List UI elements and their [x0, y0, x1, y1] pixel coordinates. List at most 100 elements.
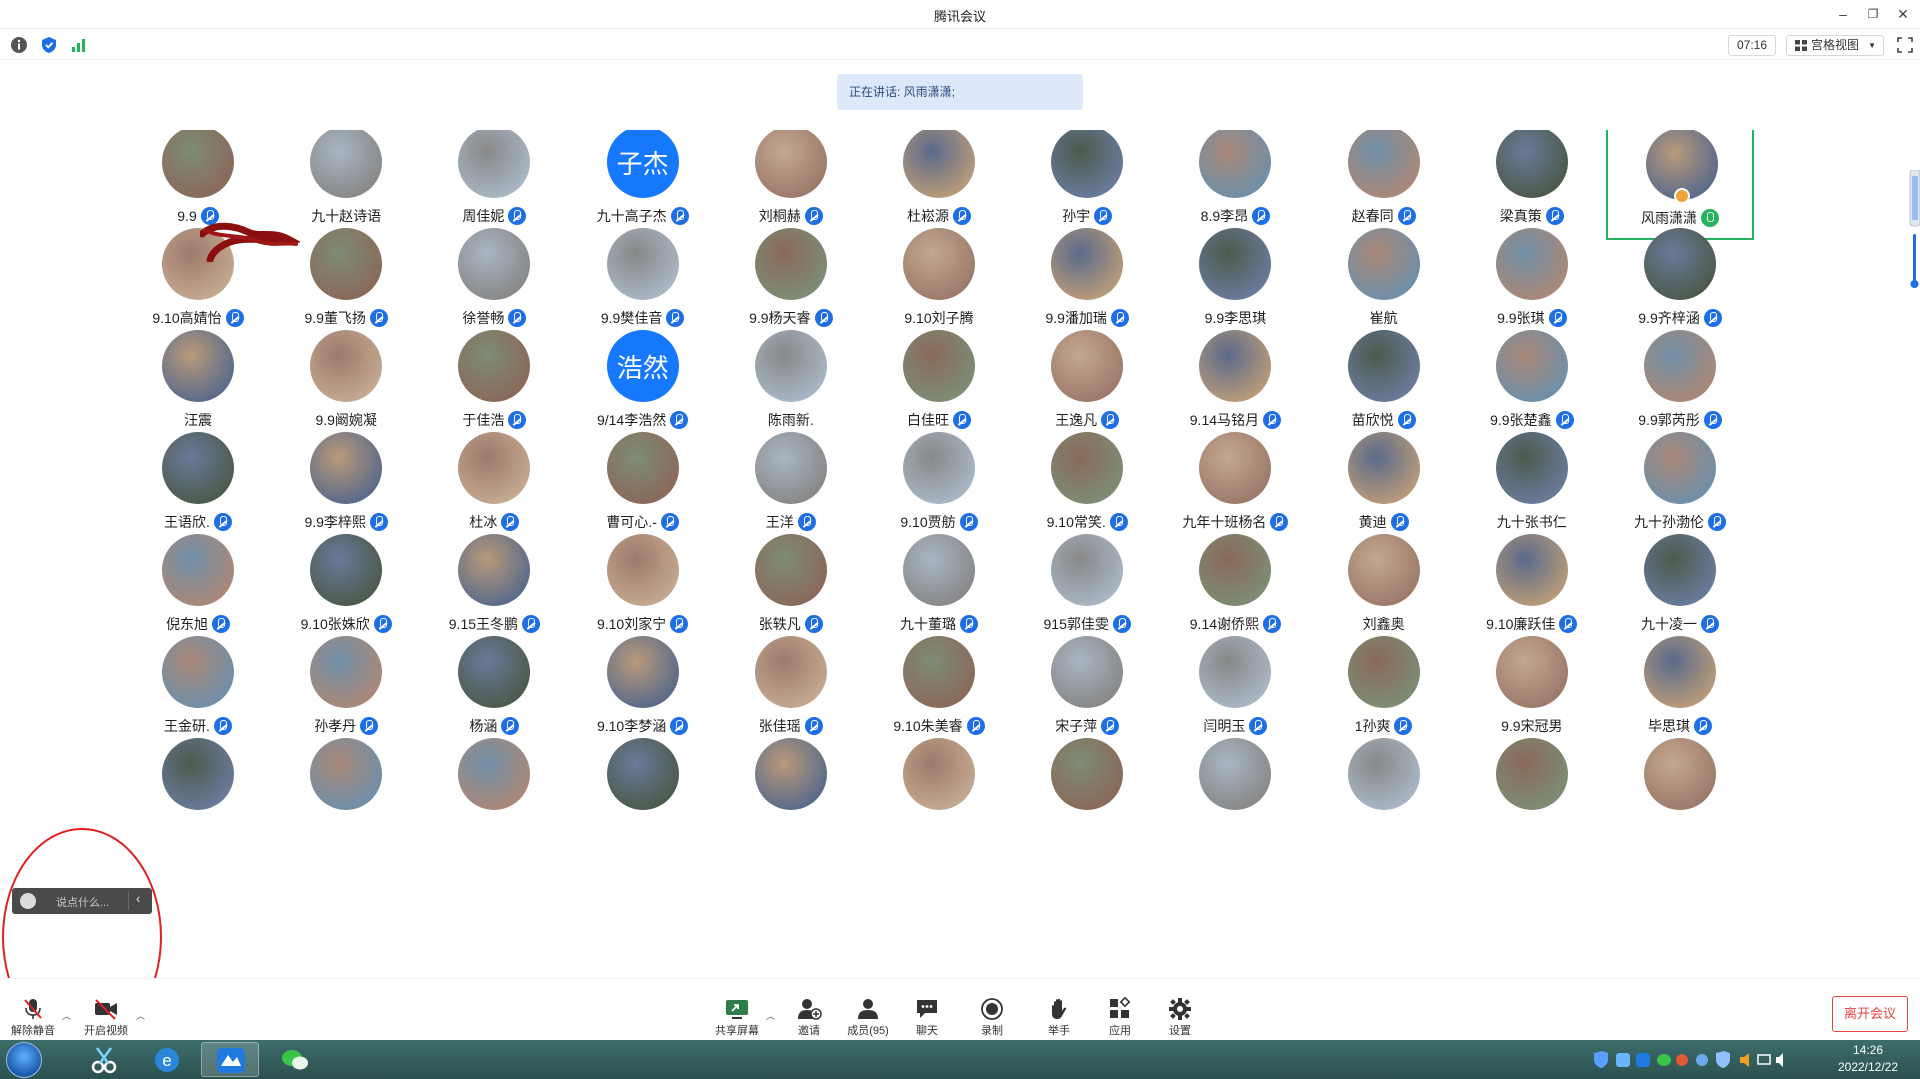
avatar: [458, 636, 531, 708]
participant-tile[interactable]: [272, 728, 420, 852]
taskbar-clock[interactable]: 14:26 2022/12/22: [1822, 1042, 1914, 1078]
taskbar-tencent-meeting[interactable]: [201, 1042, 259, 1077]
participant-tile[interactable]: [569, 728, 717, 852]
unmute-button[interactable]: 解除静音: [3, 997, 63, 1039]
participant-name-row: [1606, 818, 1754, 838]
audio-options-chevron-icon[interactable]: ︿: [62, 1009, 71, 1022]
chat-label: 聊天: [916, 1025, 938, 1037]
fullscreen-icon[interactable]: [1896, 36, 1914, 54]
invite-button[interactable]: 邀请: [779, 997, 839, 1039]
wechat-icon: [282, 1050, 308, 1070]
avatar: [1347, 738, 1420, 810]
invite-label: 邀请: [798, 1025, 820, 1037]
participant-name-row: [1310, 818, 1458, 838]
scissors-icon: [91, 1047, 117, 1074]
avatar: [162, 130, 234, 198]
taskbar-scissors-app[interactable]: [75, 1042, 133, 1077]
svg-text:e: e: [162, 1051, 171, 1070]
minimize-button[interactable]: –: [1832, 4, 1854, 24]
members-button[interactable]: 成员(95): [838, 997, 898, 1039]
share-screen-button[interactable]: 共享屏幕: [707, 997, 767, 1039]
raise-hand-icon: [1052, 998, 1067, 1019]
participant-tile[interactable]: [1013, 728, 1161, 852]
taskbar-wechat[interactable]: [266, 1042, 324, 1077]
security-shield-icon[interactable]: [40, 36, 58, 54]
start-video-button[interactable]: 开启视频: [76, 997, 136, 1039]
windows-taskbar: e 14:26 2022/12/22: [0, 1040, 1920, 1079]
volume-slider[interactable]: [1908, 170, 1920, 290]
network-signal-icon[interactable]: [70, 36, 88, 54]
participant-tile[interactable]: [717, 728, 865, 852]
avatar: [1051, 432, 1124, 504]
avatar: [1644, 534, 1716, 606]
avatar: [458, 130, 531, 198]
avatar: [310, 738, 383, 810]
avatar: [606, 636, 679, 708]
avatar: [1495, 636, 1568, 708]
grid-view-icon: [1795, 40, 1807, 51]
participant-tile[interactable]: [150, 728, 272, 852]
avatar: [1199, 738, 1272, 810]
close-button[interactable]: ✕: [1892, 4, 1914, 24]
info-icon[interactable]: [10, 36, 28, 54]
invite-user-icon: [798, 999, 822, 1020]
participant-name-row: [150, 818, 272, 838]
muted-mic-icon: [24, 999, 42, 1019]
avatar: [1495, 228, 1568, 300]
video-off-icon: [95, 999, 117, 1020]
participant-name-row: [1458, 818, 1606, 838]
avatar: [458, 534, 531, 606]
avatar: [458, 228, 531, 300]
start-button[interactable]: [6, 1042, 42, 1078]
avatar: [162, 534, 234, 606]
bottom-control-bar: 解除静音 ︿ 开启视频 ︿ 共享屏幕 ︿ 邀请 成员(95) 聊天 录制 举手 …: [0, 978, 1920, 1040]
view-mode-label: 宫格视图: [1811, 38, 1860, 52]
taskbar-ie-browser[interactable]: e: [138, 1042, 196, 1077]
avatar: [903, 330, 975, 402]
participant-tile[interactable]: [420, 728, 568, 852]
avatar: [1644, 228, 1716, 300]
restore-button[interactable]: ❐: [1862, 4, 1884, 24]
participant-tile[interactable]: [865, 728, 1013, 852]
record-button[interactable]: 录制: [962, 997, 1022, 1039]
avatar: [754, 636, 827, 708]
system-tray-icons[interactable]: [1590, 1050, 1790, 1070]
participant-tile[interactable]: [1458, 728, 1606, 852]
avatar: [162, 636, 234, 708]
participant-name-row: [272, 818, 420, 838]
share-options-chevron-icon[interactable]: ︿: [766, 1009, 775, 1022]
avatar: [606, 432, 679, 504]
avatar: [606, 534, 679, 606]
chat-button[interactable]: 聊天: [897, 997, 957, 1039]
avatar: [1347, 130, 1420, 198]
avatar: [1347, 534, 1420, 606]
avatar: [1495, 330, 1568, 402]
avatar: [310, 228, 383, 300]
leave-meeting-button[interactable]: 离开会议: [1832, 996, 1908, 1032]
participant-tile[interactable]: [1606, 728, 1754, 852]
members-icon: [858, 999, 878, 1019]
avatar: [1051, 330, 1124, 402]
avatar: [1051, 636, 1124, 708]
video-options-chevron-icon[interactable]: ︿: [136, 1009, 145, 1022]
settings-button[interactable]: 设置: [1150, 997, 1210, 1039]
participant-tile[interactable]: [1161, 728, 1309, 852]
avatar: [1051, 738, 1124, 810]
avatar: [1199, 534, 1272, 606]
view-mode-dropdown[interactable]: 宫格视图 ▼: [1786, 35, 1884, 56]
avatar: [162, 738, 234, 810]
apps-label: 应用: [1109, 1025, 1131, 1037]
avatar: [1347, 432, 1420, 504]
speaking-indicator: 正在讲话: 风雨潇潇;: [837, 74, 1083, 110]
participant-tile[interactable]: [1310, 728, 1458, 852]
avatar: [1199, 228, 1272, 300]
record-label: 录制: [981, 1025, 1003, 1037]
raise-hand-button[interactable]: 举手: [1029, 997, 1089, 1039]
avatar: [606, 738, 679, 810]
avatar: [1347, 636, 1420, 708]
clock-date: 2022/12/22: [1837, 1060, 1899, 1074]
apps-button[interactable]: 应用: [1090, 997, 1150, 1039]
participant-grid: 9.9 九十赵诗语 周佳妮 子杰 九十高子杰 刘桐赫 杜崧源 孙宇 8.9李昂 赵春同 梁真策 风雨潇…: [150, 130, 1790, 913]
chevron-down-icon: ▼: [1868, 41, 1876, 50]
avatar: [754, 130, 827, 198]
